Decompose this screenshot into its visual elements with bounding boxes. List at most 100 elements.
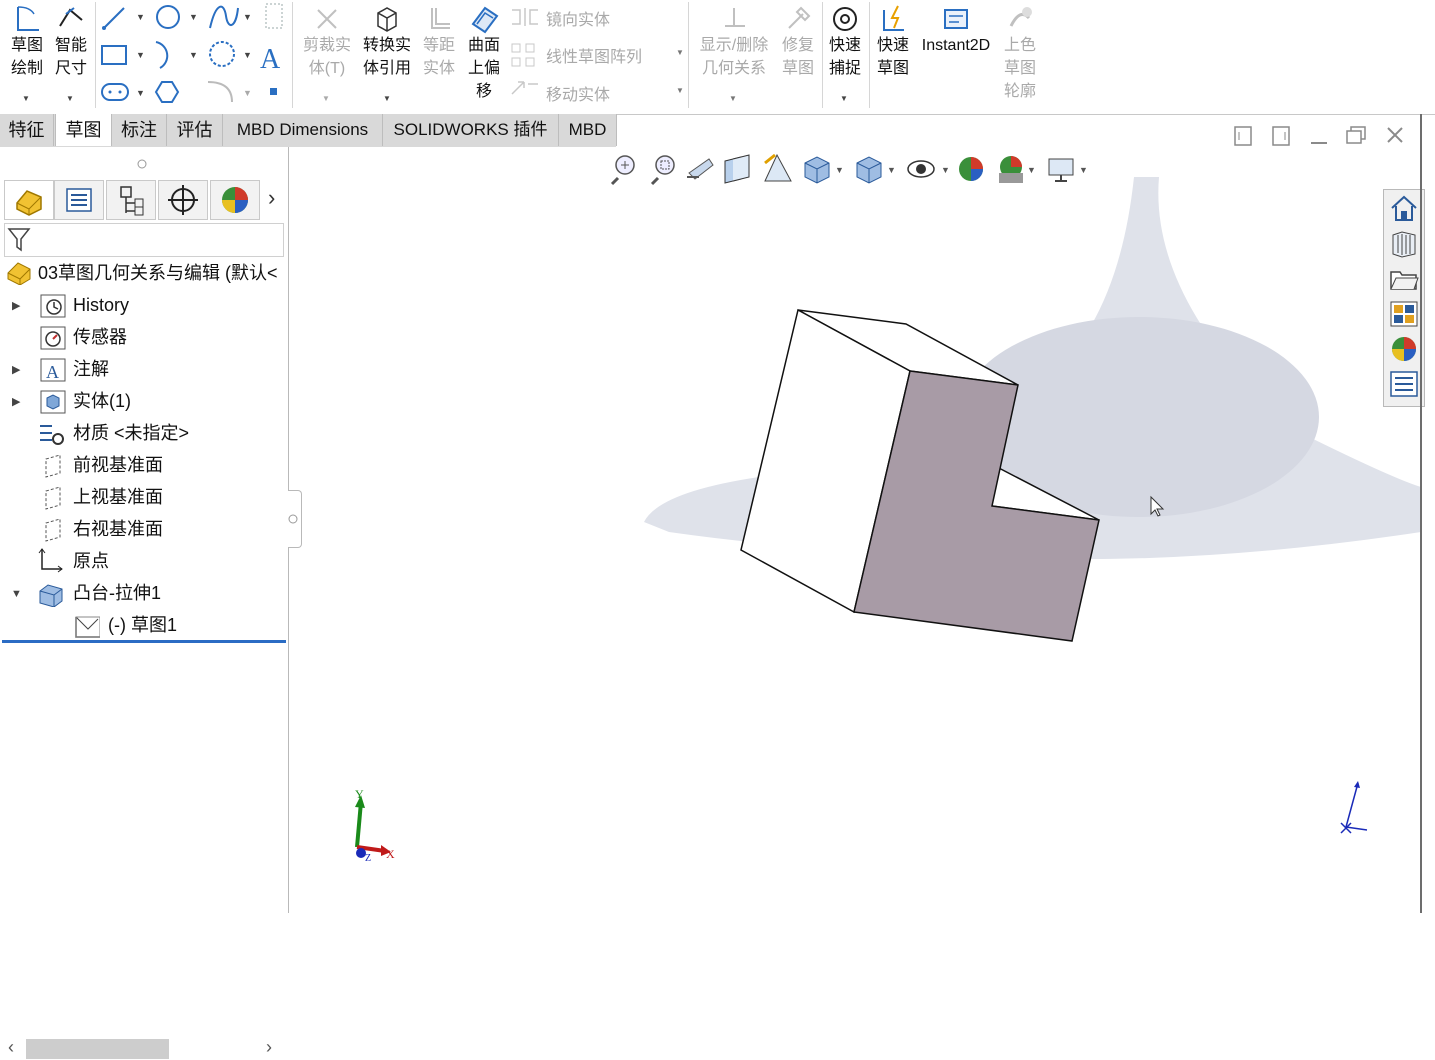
tree-item-top-plane[interactable]: 上视基准面 bbox=[73, 485, 163, 509]
section-view-icon[interactable] bbox=[724, 154, 750, 184]
previous-view-icon[interactable] bbox=[687, 158, 714, 180]
model-view[interactable]: Y X Z bbox=[289, 147, 1421, 913]
trim-entities-button[interactable]: 剪裁实 体(T) bbox=[298, 4, 356, 80]
offset-surface-label-3: 移 bbox=[475, 83, 492, 100]
tree-item-solid-bodies[interactable]: 实体(1) bbox=[73, 389, 131, 413]
tab-features[interactable]: 特征 bbox=[0, 114, 54, 146]
display-manager-icon bbox=[222, 187, 248, 213]
file-explorer-icon[interactable] bbox=[1388, 262, 1420, 294]
expand-annotations-icon[interactable]: ▶ bbox=[12, 363, 20, 376]
hide-show-items-icon[interactable] bbox=[907, 160, 935, 178]
tab-mbd-dimensions[interactable]: MBD Dimensions bbox=[223, 114, 383, 146]
tree-horizontal-scrollbar[interactable]: ‹ › bbox=[0, 1037, 288, 1060]
offset-entities-button[interactable]: 等距 实体 bbox=[418, 4, 460, 80]
design-library-icon[interactable] bbox=[1388, 227, 1420, 259]
offset-surface-label-2: 上偏 bbox=[467, 60, 500, 77]
sketch-draw-button[interactable]: 草图 绘制 bbox=[6, 4, 48, 80]
tree-item-right-plane[interactable]: 右视基准面 bbox=[73, 517, 163, 541]
tree-item-sensors[interactable]: 传感器 bbox=[73, 325, 127, 349]
view-settings-icon[interactable] bbox=[1048, 158, 1074, 182]
display-manager-tab[interactable] bbox=[210, 180, 260, 220]
appearances-icon[interactable] bbox=[1388, 332, 1420, 364]
scroll-left-icon[interactable]: ‹ bbox=[8, 1037, 14, 1058]
dynamic-annotation-views-icon[interactable] bbox=[764, 153, 792, 182]
tree-item-boss-extrude[interactable]: 凸台-拉伸1 bbox=[73, 581, 161, 605]
tab-markup[interactable]: 标注 bbox=[112, 114, 167, 146]
convert-entities-button[interactable]: 转换实 体引用 bbox=[358, 4, 416, 80]
trim-label-1: 剪裁实 bbox=[302, 37, 351, 54]
configuration-manager-tab[interactable] bbox=[106, 180, 156, 220]
origin-marker-icon bbox=[1340, 781, 1368, 834]
tab-sketch[interactable]: 草图 bbox=[55, 114, 112, 146]
graphics-area[interactable]: Y X Z ▼ ▼ ▼ ▼ ▼ bbox=[289, 147, 1421, 913]
instant2d-button[interactable]: Instant2D bbox=[916, 4, 996, 57]
rapid-sketch-label-2: 草图 bbox=[876, 60, 909, 77]
tab-mbd[interactable]: MBD bbox=[559, 114, 617, 146]
move-dropdown-icon[interactable]: ▼ bbox=[676, 86, 684, 95]
dimxpert-manager-tab[interactable] bbox=[158, 180, 208, 220]
scroll-thumb[interactable] bbox=[26, 1039, 169, 1059]
panel-splitter-handle[interactable] bbox=[136, 158, 148, 170]
quick-snaps-button[interactable]: 快速 捕捉 bbox=[824, 4, 866, 80]
restore-left-icon[interactable] bbox=[1234, 126, 1252, 146]
mirror-entities-icon bbox=[512, 8, 538, 26]
svg-text:▼: ▼ bbox=[243, 12, 252, 22]
view-orientation-icon[interactable] bbox=[804, 156, 830, 184]
relations-label-2: 几何关系 bbox=[701, 60, 766, 77]
solid-bodies-icon bbox=[40, 390, 66, 414]
expand-history-icon[interactable]: ▶ bbox=[12, 299, 20, 312]
triad-y-label: Y bbox=[355, 787, 364, 801]
pattern-dropdown-icon[interactable]: ▼ bbox=[676, 48, 684, 57]
panel-tabs-more-icon[interactable]: › bbox=[268, 185, 275, 211]
maximize-icon[interactable] bbox=[1346, 126, 1366, 144]
apply-scene-icon[interactable] bbox=[999, 156, 1023, 183]
annotations-icon: A bbox=[40, 358, 66, 382]
shaded-label-2: 草图 bbox=[1003, 60, 1036, 77]
tree-item-front-plane[interactable]: 前视基准面 bbox=[73, 453, 163, 477]
tree-item-annotations[interactable]: 注解 bbox=[73, 357, 109, 381]
feature-manager-tab[interactable] bbox=[4, 180, 54, 220]
collapse-boss-extrude-icon[interactable]: ▼ bbox=[11, 588, 22, 600]
polygon-icon bbox=[154, 81, 180, 103]
display-delete-relations-button[interactable]: 显示/删除 几何关系 bbox=[694, 4, 774, 80]
tree-item-history[interactable]: History bbox=[73, 293, 129, 317]
offset-on-surface-button[interactable]: 曲面 上偏 移 bbox=[462, 4, 506, 103]
smart-dim-dropdown-icon[interactable]: ▼ bbox=[66, 94, 74, 103]
shaded-sketch-contours-button[interactable]: 上色 草图 轮廓 bbox=[998, 4, 1042, 103]
repair-sketch-button[interactable]: 修复 草图 bbox=[778, 4, 818, 80]
edit-appearance-icon[interactable] bbox=[959, 157, 983, 181]
expand-solid-bodies-icon[interactable]: ▶ bbox=[12, 395, 20, 408]
slot-icon bbox=[101, 83, 129, 101]
close-icon[interactable] bbox=[1387, 127, 1403, 143]
display-style-icon[interactable] bbox=[856, 156, 882, 184]
tree-filter-field[interactable] bbox=[4, 223, 284, 257]
view-palette-icon[interactable] bbox=[1388, 297, 1420, 329]
instant2d-icon bbox=[944, 9, 968, 29]
zoom-to-fit-icon[interactable] bbox=[610, 155, 635, 186]
custom-properties-icon[interactable] bbox=[1388, 367, 1420, 399]
scroll-right-icon[interactable]: › bbox=[266, 1037, 272, 1058]
mirror-entities-button[interactable]: 镜向实体 bbox=[546, 6, 610, 30]
smart-dimension-button[interactable]: 智能 尺寸 bbox=[52, 4, 90, 80]
move-entities-button[interactable]: 移动实体 bbox=[546, 81, 610, 105]
property-manager-tab[interactable] bbox=[54, 180, 104, 220]
relations-dropdown-icon[interactable]: ▼ bbox=[729, 94, 737, 103]
sketch-draw-dropdown-icon[interactable]: ▼ bbox=[22, 94, 30, 103]
tab-solidworks-addins[interactable]: SOLIDWORKS 插件 bbox=[383, 114, 559, 146]
tree-item-origin[interactable]: 原点 bbox=[73, 549, 109, 573]
tree-item-sketch1[interactable]: (-) 草图1 bbox=[108, 613, 177, 637]
rapid-sketch-button[interactable]: 快速 草图 bbox=[872, 4, 914, 80]
rollback-bar[interactable] bbox=[2, 640, 286, 643]
tab-evaluate[interactable]: 评估 bbox=[167, 114, 223, 146]
rapid-sketch-icon bbox=[883, 5, 904, 31]
linear-pattern-button[interactable]: 线性草图阵列 bbox=[546, 43, 642, 67]
tree-item-material[interactable]: 材质 <未指定> bbox=[73, 421, 189, 445]
zoom-to-area-icon[interactable] bbox=[650, 155, 675, 186]
home-icon[interactable] bbox=[1388, 192, 1420, 224]
smart-dimension-icon bbox=[59, 7, 83, 27]
restore-right-icon[interactable] bbox=[1272, 126, 1290, 146]
convert-dropdown-icon[interactable]: ▼ bbox=[383, 94, 391, 103]
trim-dropdown-icon[interactable]: ▼ bbox=[322, 94, 330, 103]
tree-root-part[interactable]: 03草图几何关系与编辑 (默认< bbox=[38, 261, 278, 285]
quick-snaps-dropdown-icon[interactable]: ▼ bbox=[840, 94, 848, 103]
